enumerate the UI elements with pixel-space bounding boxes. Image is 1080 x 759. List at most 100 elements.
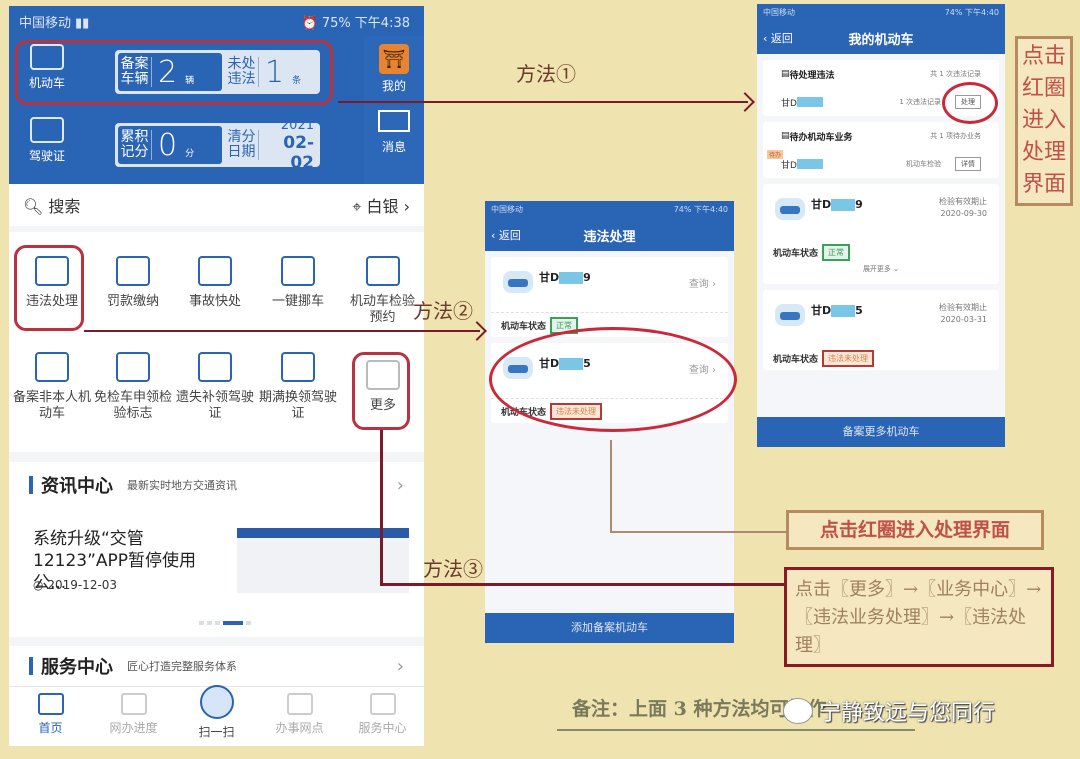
signal-icon: ▮▮ <box>75 15 90 31</box>
box-count: 共 1 次违法记录 <box>930 70 981 78</box>
service-label: 罚款缴纳 <box>106 294 159 309</box>
add-vehicle-button[interactable]: 添加备案机动车 <box>485 613 734 643</box>
clear-year: 2021 <box>280 117 314 133</box>
plate-mask <box>796 159 823 169</box>
status-label: 机动车状态 <box>773 354 819 365</box>
fine-payment-icon <box>116 256 150 286</box>
chevron-right-icon: › <box>403 197 410 216</box>
status-label: 机动车状态 <box>501 321 547 332</box>
business-item: 机动车检验 <box>906 160 941 168</box>
chevron-right-icon: › <box>396 655 404 677</box>
remark-underline <box>557 729 915 731</box>
carrier: 中国移动 <box>763 8 795 17</box>
tab-progress[interactable]: 网办进度 <box>92 687 175 746</box>
clear-date: 02-02 <box>283 132 314 173</box>
status-bar: 中国移动 74% 下午4:40 <box>485 201 734 218</box>
tab-service-center[interactable]: 服务中心 <box>341 687 424 746</box>
chevron-down-icon: ⌄ <box>893 265 900 273</box>
news-header[interactable]: 资讯中心 最新实时地方交通资讯 › <box>9 462 424 508</box>
service-inspection[interactable]: 机动车检验预约 <box>345 256 420 326</box>
inspection-expiry: 检验有效期止 2020-09-30 <box>939 197 987 218</box>
service-center-header[interactable]: 服务中心 匠心打造完整服务体系 › <box>9 646 424 686</box>
temple-icon: ⛩ <box>379 44 409 74</box>
tab-label: 首页 <box>38 721 63 735</box>
document-alert-icon: ▤ <box>781 69 790 79</box>
arrow-method2-head <box>467 321 487 341</box>
inspection-expiry: 检验有效期止 2020-03-31 <box>939 303 987 324</box>
chevron-right-icon: › <box>396 474 404 496</box>
service-label: 期满换领驾驶证 <box>258 390 337 421</box>
status-bar: 中国移动 ▮▮ ⏰ 75% 下午4:38 <box>9 6 424 36</box>
license-stats[interactable]: 累积记分 0 分 清分日期 2021 02-02 <box>115 118 320 173</box>
service-accident[interactable]: 事故快处 <box>175 256 255 310</box>
mine-label: 我的 <box>381 79 406 93</box>
clock: 下午4:40 <box>965 8 999 17</box>
scan-icon <box>199 685 234 719</box>
query-link[interactable]: 查询 › <box>689 275 716 290</box>
plate-number: 甘D 5 <box>811 304 863 317</box>
plate-number: 甘D 9 <box>811 198 863 211</box>
service-fine[interactable]: 罚款缴纳 <box>93 256 173 310</box>
screen-title: 违法处理 <box>583 229 636 245</box>
carrier: 中国移动 <box>491 205 523 214</box>
note-horizontal: 点击红圈进入处理界面 <box>786 510 1044 550</box>
my-vehicles-screen: 中国移动 74% 下午4:40 ‹ 返回 我的机动车 ▤ 待处理违法共 1 次违法记… <box>757 4 1005 447</box>
tab-locations[interactable]: 办事网点 <box>258 687 341 746</box>
license-row[interactable]: 驾驶证 累积记分 0 分 清分日期 2021 02-02 <box>9 111 424 181</box>
vehicle-card[interactable]: 甘D 9 查询 › 机动车状态 正常 <box>491 257 728 337</box>
vehicle-card[interactable]: 甘D 9 检验有效期止 2020-09-30 机动车状态 正常 展开更多 ⌄ <box>763 184 999 284</box>
service-exempt[interactable]: 免检车申领检验标志 <box>93 352 173 422</box>
expand-more[interactable]: 展开更多 ⌄ <box>763 264 999 274</box>
details-button[interactable]: 详情 <box>955 157 981 171</box>
license-entry[interactable]: 驾驶证 <box>17 111 77 164</box>
points-label: 累积记分 <box>118 130 152 160</box>
status-bar: 中国移动 74% 下午4:40 <box>757 4 1005 21</box>
register-car-icon <box>35 352 69 382</box>
method3-label: 方法③ <box>423 557 483 581</box>
search-bar[interactable]: 🔍︎ 搜索 ⌖ 白银 › <box>9 184 424 226</box>
renew-license-icon <box>281 352 315 382</box>
service-move-car[interactable]: 一键挪车 <box>258 256 338 310</box>
carousel-dots <box>199 621 251 625</box>
plate-number: 甘D <box>781 98 797 109</box>
location-icon: ⌖ <box>352 197 362 216</box>
clock: 下午4:38 <box>354 15 410 31</box>
box-title: 待办机动车业务 <box>789 132 853 143</box>
battery-level: 74% <box>673 205 692 214</box>
service-reissue[interactable]: 遗失补领驾驶证 <box>175 352 255 422</box>
highlight-vehicle-row <box>15 40 333 105</box>
vehicle-card[interactable]: 甘D 5 检验有效期止 2020-03-31 机动车状态 违法未处理 <box>763 290 999 370</box>
service-renew[interactable]: 期满换领驾驶证 <box>258 352 338 422</box>
watermark-text: 宁静致远与您同行 <box>819 701 996 726</box>
status-badge: 违法未处理 <box>822 349 875 367</box>
news-section: 资讯中心 最新实时地方交通资讯 › 系统升级“交管12123”APP暂停使用公...… <box>9 462 424 637</box>
messages-button[interactable]: 消息 <box>364 110 424 155</box>
handshake-icon <box>369 693 396 715</box>
location-label[interactable]: 白银 <box>366 197 398 216</box>
pointer-up-line <box>610 440 612 532</box>
arrow-method3-vertical <box>380 430 383 585</box>
service-label: 事故快处 <box>188 294 241 309</box>
accident-icon <box>198 256 232 286</box>
points-unit: 分 <box>185 148 195 159</box>
violation-header: 中国移动 74% 下午4:40 ‹ 返回 违法处理 <box>485 201 734 251</box>
news-title: 资讯中心 <box>41 476 113 497</box>
document-clock-icon: ▤ <box>781 131 790 141</box>
add-more-vehicles-button[interactable]: 备案更多机动车 <box>757 417 1005 447</box>
service-label: 备案非本人机动车 <box>12 390 91 421</box>
carrier: 中国移动 <box>19 15 72 31</box>
right-column: ⛩ 我的 消息 <box>364 36 424 184</box>
bottom-tab-bar: 首页 网办进度 扫一扫 办事网点 服务中心 <box>9 685 424 746</box>
monitor-icon <box>120 693 147 715</box>
tab-label: 网办进度 <box>109 721 158 735</box>
tab-scan[interactable]: 扫一扫 <box>175 685 258 746</box>
my-vehicles-header: 中国移动 74% 下午4:40 ‹ 返回 我的机动车 <box>757 4 1005 54</box>
tab-home[interactable]: 首页 <box>9 687 92 746</box>
service-register-car[interactable]: 备案非本人机动车 <box>12 352 92 422</box>
mine-button[interactable]: ⛩ 我的 <box>364 44 424 94</box>
plate-number: 甘D <box>781 160 797 171</box>
clock: 下午4:40 <box>694 205 728 214</box>
highlight-handle-button <box>942 82 998 124</box>
reissue-license-icon <box>198 352 232 382</box>
clock-icon: ◷ <box>33 578 44 592</box>
